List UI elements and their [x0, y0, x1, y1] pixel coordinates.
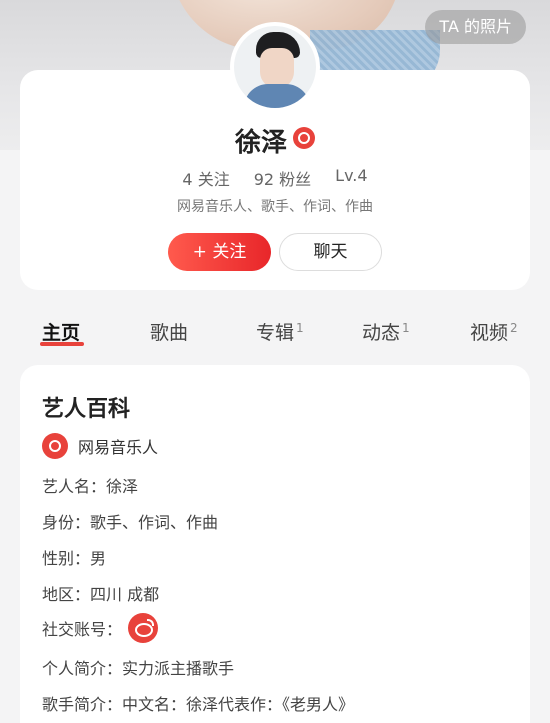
- wiki-row-text: 个人简介：实力派主播歌手: [42, 659, 235, 678]
- tab-videos-count: 2: [510, 320, 518, 335]
- avatar-face: [260, 48, 294, 88]
- active-tab-indicator: [40, 342, 84, 346]
- tab-songs-label: 歌曲: [150, 322, 189, 344]
- weibo-icon[interactable]: [128, 613, 159, 643]
- wiki-row-text: 歌手简介：中文名：徐泽代表作：《老男人》: [42, 695, 355, 714]
- tab-moments-count: 1: [402, 320, 410, 335]
- artist-tags: 网易音乐人、歌手、作词、作曲: [177, 199, 373, 215]
- wiki-row-text: 身份：歌手、作词、作曲: [42, 513, 219, 532]
- wiki-row-text: 社交账号：: [42, 620, 123, 639]
- musician-badge-icon: [293, 127, 315, 149]
- stats-row: 4 关注 92 粉丝 Lv.4: [20, 166, 530, 190]
- ta-photos-button[interactable]: TA 的照片: [425, 10, 526, 44]
- wiki-row-social: 社交账号：: [42, 613, 159, 643]
- wiki-row-text: 性别：男: [42, 549, 107, 568]
- wiki-source: 网易音乐人: [42, 433, 158, 459]
- artist-wiki-card: 艺人百科 网易音乐人 艺人名：徐泽 身份：歌手、作词、作曲 性别：男 地区：四川…: [20, 365, 530, 723]
- wiki-row-identity: 身份：歌手、作词、作曲: [42, 509, 218, 533]
- wiki-row-gender: 性别：男: [42, 545, 106, 569]
- action-buttons: + 关注 聊天: [168, 233, 382, 271]
- tab-videos[interactable]: 视频 2: [470, 318, 518, 345]
- wiki-row-text: 地区：四川 成都: [42, 585, 160, 604]
- avatar[interactable]: [230, 22, 320, 112]
- tab-home-label: 主页: [42, 322, 81, 344]
- tab-songs[interactable]: 歌曲: [150, 318, 188, 345]
- wiki-row-artist-name: 艺人名：徐泽: [42, 473, 138, 497]
- wiki-row-text: 艺人名：徐泽: [42, 477, 139, 496]
- wiki-row-region: 地区：四川 成都: [42, 581, 159, 605]
- avatar-image: [234, 26, 316, 108]
- tab-moments-label: 动态: [362, 322, 401, 344]
- artist-name-row: 徐泽: [20, 122, 530, 159]
- artist-name: 徐泽: [234, 128, 287, 158]
- tab-albums[interactable]: 专辑 1: [256, 318, 304, 345]
- tab-albums-label: 专辑: [256, 322, 295, 344]
- profile-tabs: 主页 歌曲 专辑 1 动态 1 视频 2: [0, 318, 550, 354]
- avatar-jacket: [244, 84, 310, 108]
- tab-moments[interactable]: 动态 1: [362, 318, 410, 345]
- level-badge: Lv.4: [335, 166, 368, 185]
- tab-home[interactable]: 主页: [42, 318, 80, 345]
- wiki-row-bio: 个人简介：实力派主播歌手: [42, 655, 234, 679]
- wiki-row-singer-intro: 歌手简介：中文名：徐泽代表作：《老男人》: [42, 691, 354, 715]
- tab-albums-count: 1: [296, 320, 304, 335]
- followers-count[interactable]: 92 粉丝: [254, 166, 311, 190]
- wiki-title: 艺人百科: [42, 397, 131, 422]
- musician-badge-icon: [42, 433, 68, 459]
- tab-videos-label: 视频: [470, 322, 509, 344]
- follow-button[interactable]: + 关注: [168, 233, 271, 271]
- chat-button[interactable]: 聊天: [279, 233, 382, 271]
- wiki-source-label: 网易音乐人: [78, 438, 159, 457]
- following-count[interactable]: 4 关注: [182, 166, 229, 190]
